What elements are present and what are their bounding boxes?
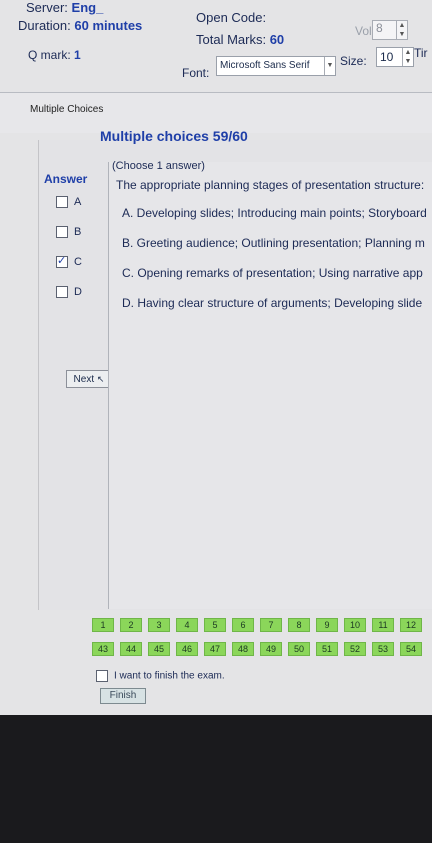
question-instruction: (Choose 1 answer)	[112, 160, 205, 172]
section-label: Multiple Choices	[30, 104, 104, 115]
answer-label: Answer	[44, 172, 88, 186]
checkbox-c[interactable]	[56, 254, 68, 269]
size-label: Size:	[340, 54, 367, 68]
option-b[interactable]: B	[56, 226, 82, 239]
question-nav-button[interactable]: 53	[372, 642, 394, 656]
finish-check-label: I want to finish the exam.	[114, 670, 225, 682]
font-label: Font:	[182, 66, 210, 80]
question-nav-button[interactable]: 9	[316, 618, 338, 632]
question-nav-button[interactable]: 4	[176, 618, 198, 632]
finish-label: Finish	[109, 690, 137, 701]
question-nav-button[interactable]: 46	[176, 642, 198, 656]
answer-b-text: B. Greeting audience; Outlining presenta…	[122, 236, 425, 250]
time-label: Tir	[414, 46, 428, 60]
finish-check[interactable]: I want to finish the exam.	[96, 670, 225, 682]
option-c[interactable]: C	[56, 254, 82, 269]
panel-title: Multiple choices 59/60	[100, 128, 248, 144]
option-a[interactable]: A	[56, 196, 82, 209]
finish-checkbox[interactable]	[96, 670, 108, 682]
monitor-bezel	[0, 715, 432, 843]
question-nav-button[interactable]: 5	[204, 618, 226, 632]
total-marks: Total Marks: 60	[196, 32, 285, 47]
chevron-down-icon[interactable]: ▼	[324, 57, 335, 75]
answer-a-text: A. Developing slides; Introducing main p…	[122, 206, 427, 220]
question-nav-button[interactable]: 1	[92, 618, 114, 632]
question-nav-button[interactable]: 52	[344, 642, 366, 656]
option-c-label: C	[74, 256, 82, 268]
answer-d-text: D. Having clear structure of arguments; …	[122, 296, 423, 310]
question-nav-button[interactable]: 45	[148, 642, 170, 656]
question-nav-button[interactable]: 12	[400, 618, 422, 632]
qmark-info: Q mark: 1	[28, 48, 81, 62]
volume-value: 8	[376, 21, 383, 35]
spinner-arrows-icon[interactable]: ▲ ▼	[396, 21, 407, 39]
volume-spinner[interactable]: 8 ▲ ▼	[372, 20, 408, 40]
question-nav-button[interactable]: 43	[92, 642, 114, 656]
font-select[interactable]: Microsoft Sans Serif ▼	[216, 56, 336, 76]
checkbox-d[interactable]	[56, 286, 68, 299]
question-area	[108, 162, 432, 609]
question-nav-button[interactable]: 50	[288, 642, 310, 656]
size-spinner[interactable]: 10 ▲ ▼	[376, 47, 414, 67]
option-b-label: B	[74, 226, 82, 238]
question-text: The appropriate planning stages of prese…	[116, 178, 425, 192]
size-value: 10	[380, 50, 394, 64]
checkbox-b[interactable]	[56, 226, 68, 239]
open-code-label: Open Code:	[196, 10, 267, 25]
duration-info: Duration: 60 minutes	[18, 18, 143, 33]
question-nav-button[interactable]: 47	[204, 642, 226, 656]
option-a-label: A	[74, 196, 82, 208]
font-value: Microsoft Sans Serif	[220, 60, 310, 71]
finish-button[interactable]: Finish	[100, 688, 146, 704]
option-d[interactable]: D	[56, 286, 82, 299]
question-nav-button[interactable]: 48	[232, 642, 254, 656]
server-info: Server: Eng_	[26, 0, 104, 15]
question-nav-button[interactable]: 11	[372, 618, 394, 632]
question-nav-button[interactable]: 7	[260, 618, 282, 632]
option-d-label: D	[74, 286, 82, 298]
question-nav-button[interactable]: 8	[288, 618, 310, 632]
cursor-icon: ↖	[96, 374, 105, 384]
next-label: Next	[73, 374, 95, 385]
checkbox-a[interactable]	[56, 196, 68, 209]
spinner-arrows-icon[interactable]: ▲ ▼	[402, 48, 413, 66]
question-nav-button[interactable]: 54	[400, 642, 422, 656]
question-nav-button[interactable]: 3	[148, 618, 170, 632]
answer-c-text: C. Opening remarks of presentation; Usin…	[122, 266, 423, 280]
question-nav-button[interactable]: 10	[344, 618, 366, 632]
question-nav-button[interactable]: 44	[120, 642, 142, 656]
next-button[interactable]: Next ↖	[66, 370, 112, 388]
question-nav-button[interactable]: 51	[316, 642, 338, 656]
question-nav-button[interactable]: 49	[260, 642, 282, 656]
question-nav-button[interactable]: 2	[120, 618, 142, 632]
question-nav-button[interactable]: 6	[232, 618, 254, 632]
